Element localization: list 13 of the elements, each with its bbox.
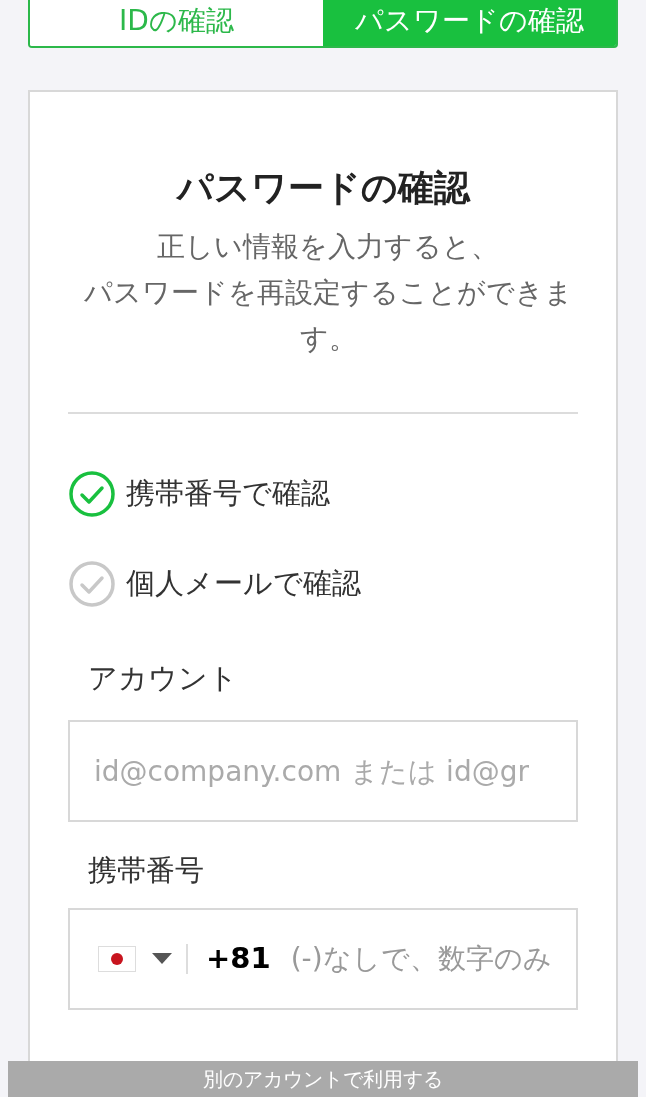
flag-icon bbox=[98, 946, 136, 972]
radio-option[interactable]: 携帯番号で確認 bbox=[68, 470, 578, 518]
phone-field[interactable]: +81 (-)なしで、数字のみ bbox=[68, 908, 578, 1010]
caret-icon bbox=[152, 953, 172, 965]
field-label: アカウント bbox=[87, 660, 239, 697]
account-field[interactable]: id@company.com または id@gr bbox=[68, 720, 578, 822]
description-line: 正しい情報を入力すると、 bbox=[157, 229, 499, 265]
description-line: パスワードを再設定することができます。 bbox=[82, 275, 574, 357]
country-code: +81 bbox=[206, 940, 271, 978]
radio-option[interactable]: 個人メールで確認 bbox=[68, 560, 578, 608]
card-title: パスワードの確認 bbox=[175, 166, 472, 210]
field-label: 携帯番号 bbox=[87, 852, 205, 889]
phone-input[interactable]: (-)なしで、数字のみ bbox=[290, 938, 576, 980]
